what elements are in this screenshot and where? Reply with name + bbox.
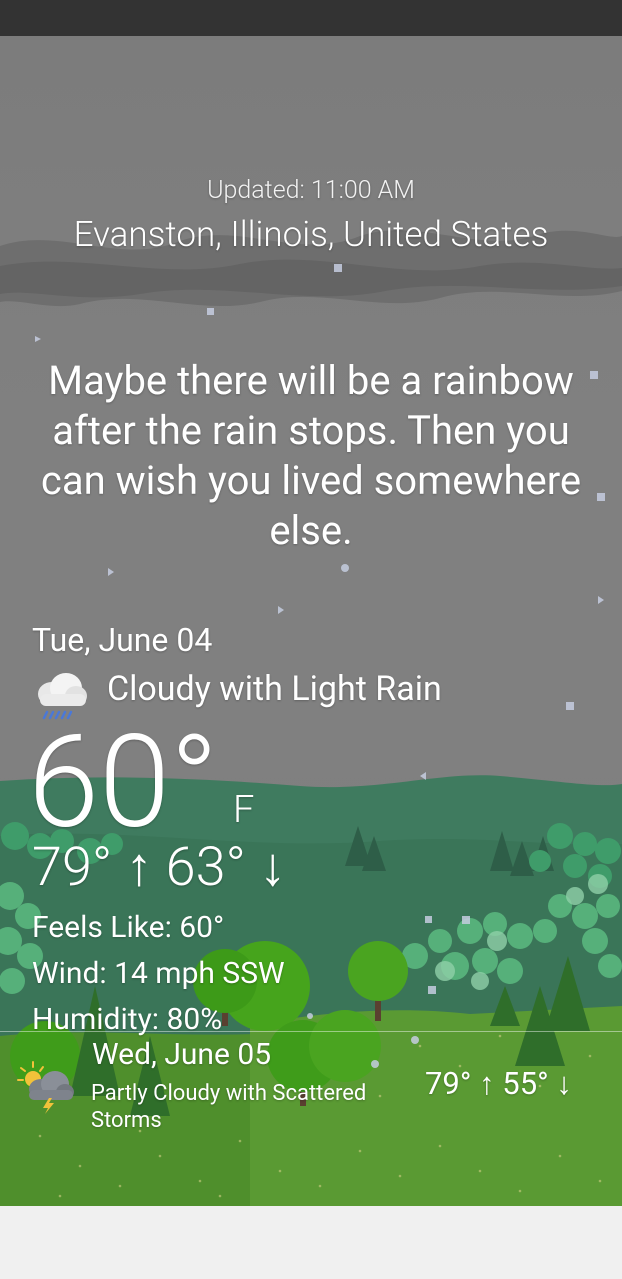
feels-like: Feels Like: 60° — [32, 910, 225, 945]
wind: Wind: 14 mph SSW — [32, 956, 285, 991]
temperature-unit[interactable]: F — [233, 788, 254, 832]
forecast-condition: Partly Cloudy with Scattered Storms — [91, 1081, 367, 1133]
forecast-date: Wed, June 05 — [92, 1037, 272, 1072]
forecast-divider — [0, 1031, 622, 1032]
current-date: Tue, June 04 — [32, 621, 213, 659]
status-bar — [0, 0, 622, 36]
updated-time: Updated: 11:00 AM — [207, 176, 415, 205]
current-hi-lo: 79° ↑ 63° ↓ — [32, 836, 287, 899]
location-name[interactable]: Evanston, Illinois, United States — [0, 214, 622, 255]
navigation-bar — [0, 1206, 622, 1279]
current-condition: Cloudy with Light Rain — [107, 669, 442, 709]
partly-cloudy-storm-icon — [17, 1061, 74, 1114]
forecast-hi-lo: 79° ↑ 55° ↓ — [425, 1065, 572, 1102]
weather-quote: Maybe there will be a rainbow after the … — [40, 357, 582, 554]
weather-scene: Updated: 11:00 AM Evanston, Illinois, Un… — [0, 36, 622, 1206]
